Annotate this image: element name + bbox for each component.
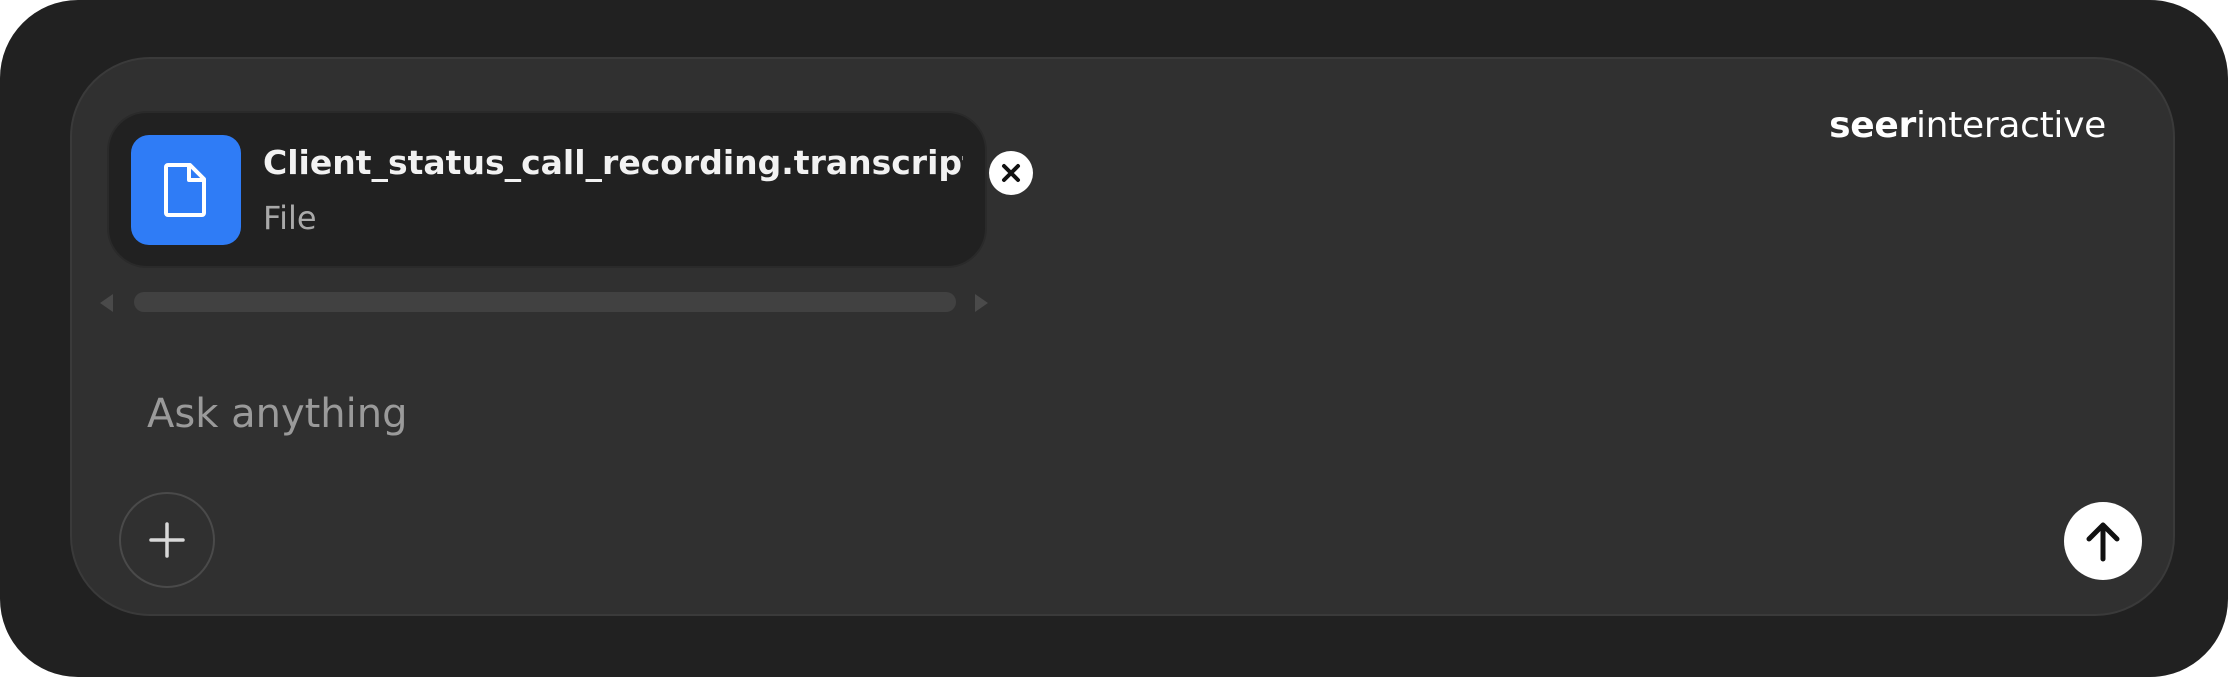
attachments-strip: Client_status_call_recording.transcript.… <box>107 111 1033 311</box>
add-attachment-button[interactable] <box>119 492 215 588</box>
arrow-up-icon <box>2086 522 2120 562</box>
send-button[interactable] <box>2064 502 2142 580</box>
attachment-file-card[interactable]: Client_status_call_recording.transcript.… <box>107 111 987 268</box>
brand-logo-bold: seer <box>1829 105 1916 146</box>
plus-icon <box>149 522 185 558</box>
remove-attachment-button[interactable] <box>989 151 1033 195</box>
prompt-input[interactable] <box>147 384 1947 444</box>
brand-logo: seerinteractive <box>1829 105 2106 146</box>
scroll-right-arrow-icon[interactable] <box>975 294 988 312</box>
close-icon <box>1002 164 1020 182</box>
attachment-file-type: File <box>263 199 317 237</box>
scrollbar-thumb[interactable] <box>134 292 956 312</box>
brand-logo-light: interactive <box>1915 105 2106 146</box>
file-icon <box>131 135 241 245</box>
app-window: seerinteractive Client_status_call_recor… <box>0 0 2228 677</box>
chat-composer: seerinteractive Client_status_call_recor… <box>70 57 2175 616</box>
attachment-file-name: Client_status_call_recording.transcript.… <box>263 143 963 182</box>
attachments-scrollbar[interactable] <box>100 289 988 315</box>
scroll-left-arrow-icon[interactable] <box>100 294 113 312</box>
